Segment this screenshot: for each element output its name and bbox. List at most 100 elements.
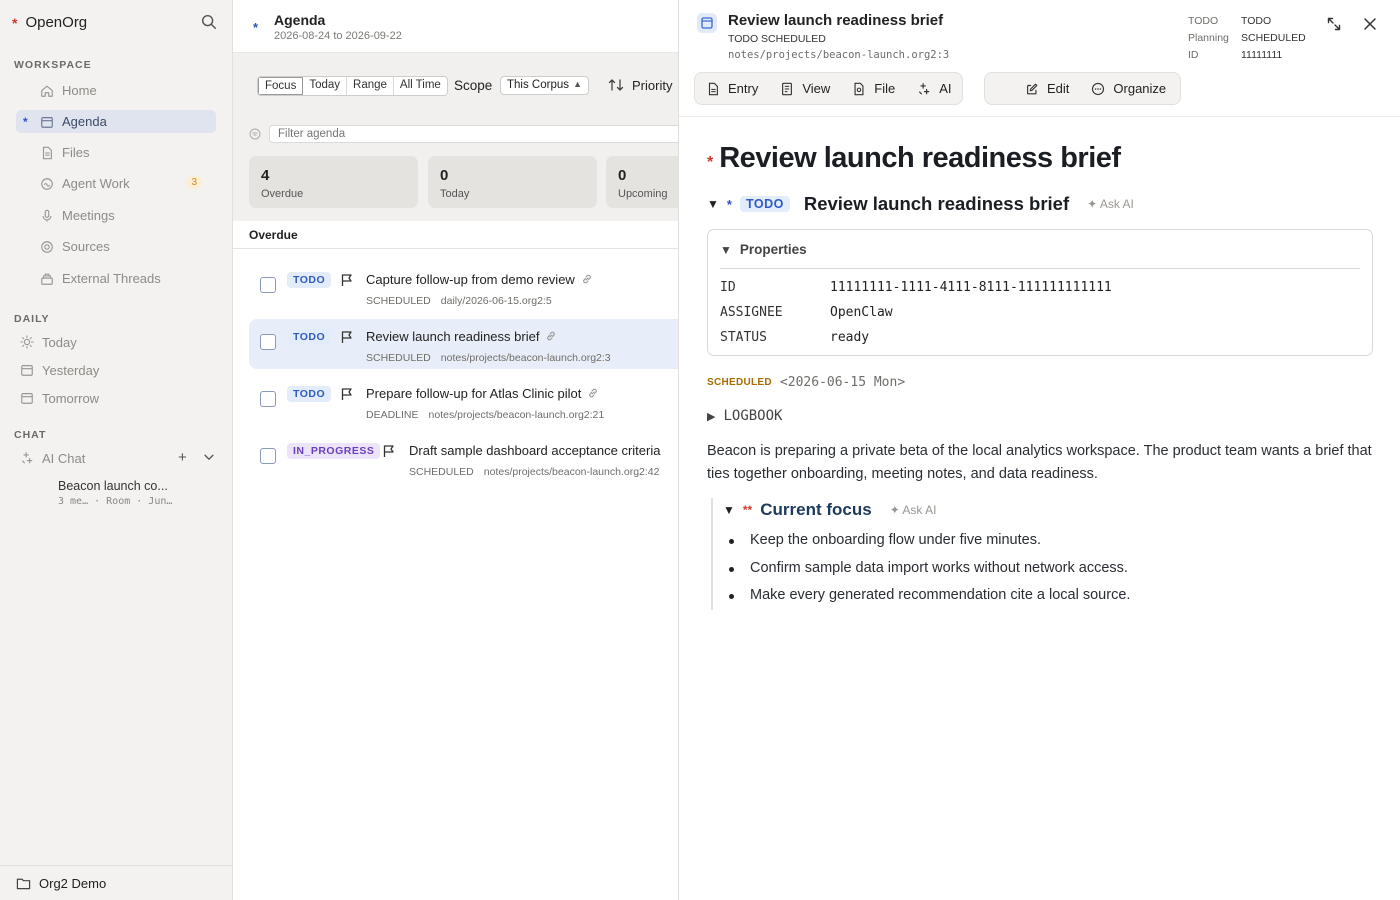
app-brand[interactable]: * OpenOrg: [12, 14, 87, 31]
todo-checkbox[interactable]: [260, 391, 276, 407]
scheduled-timestamp[interactable]: <2026-06-15 Mon>: [780, 375, 905, 390]
sidebar-item-label: Agenda: [62, 114, 107, 129]
todo-checkbox[interactable]: [260, 334, 276, 350]
sidebar-item-files[interactable]: Files: [16, 141, 216, 164]
new-chat-button[interactable]: +: [178, 449, 187, 466]
organize-button[interactable]: Organize: [1080, 81, 1177, 96]
stat-label: Today: [440, 188, 470, 200]
chat-thread-title: Beacon launch co...: [58, 479, 168, 493]
sparkle-icon: [919, 82, 930, 94]
app-name: OpenOrg: [25, 14, 88, 31]
in-progress-keyword-badge: IN_PROGRESS: [287, 443, 381, 459]
filter-input[interactable]: [269, 125, 678, 143]
folder-icon: [16, 878, 31, 889]
expand-icon[interactable]: [1326, 16, 1342, 32]
daily-item-tomorrow[interactable]: Tomorrow: [20, 387, 99, 409]
daily-item-today[interactable]: Today: [20, 331, 77, 353]
meta-value: 11111111: [1241, 49, 1283, 61]
mode-today[interactable]: Today: [303, 77, 348, 95]
more-icon: [1092, 82, 1105, 95]
mode-segmented-control: Focus Today Range All Time: [257, 76, 448, 96]
stat-overdue[interactable]: 4 Overdue: [249, 156, 418, 208]
todo-keyword-badge[interactable]: TODO: [739, 196, 790, 212]
ai-chat-row[interactable]: AI Chat +: [20, 447, 220, 469]
planning-kind: SCHEDULED: [366, 295, 431, 307]
agenda-row-meta: SCHEDULED daily/2026-06-15.org2:5: [366, 295, 552, 307]
sidebar-item-label: Home: [62, 83, 97, 98]
logbook-drawer[interactable]: ▶ LOGBOOK: [707, 408, 782, 424]
sidebar-item-home[interactable]: Home: [16, 79, 216, 102]
tab-entry[interactable]: Entry: [695, 81, 769, 96]
flag-icon[interactable]: [340, 330, 354, 344]
home-icon: [41, 85, 53, 97]
sidebar-item-label: Agent Work: [62, 176, 130, 191]
link-icon[interactable]: [545, 330, 557, 342]
mode-range[interactable]: Range: [347, 77, 394, 95]
chat-thread-item[interactable]: Beacon launch co... 3 me… · Room · Jun…: [58, 479, 218, 507]
agenda-row-title-text: Capture follow-up from demo review: [366, 272, 575, 287]
todo-checkbox[interactable]: [260, 277, 276, 293]
sidebar-item-external-threads[interactable]: External Threads: [16, 267, 216, 290]
sort-priority-button[interactable]: Priority: [608, 77, 672, 93]
properties-label: Properties: [739, 242, 807, 257]
stat-number: 0: [440, 167, 449, 184]
stat-upcoming[interactable]: 0 Upcoming: [606, 156, 678, 208]
mode-focus[interactable]: Focus: [258, 77, 304, 95]
sidebar-item-label: Sources: [62, 239, 110, 254]
stat-today[interactable]: 0 Today: [428, 156, 597, 208]
meta-key: Planning: [1188, 32, 1229, 44]
daily-item-yesterday[interactable]: Yesterday: [20, 359, 99, 381]
close-icon[interactable]: [1362, 16, 1378, 32]
agenda-row[interactable]: TODO Prepare follow-up for Atlas Clinic …: [249, 376, 678, 426]
agenda-row-meta: SCHEDULED notes/projects/beacon-launch.or…: [409, 466, 659, 478]
document-title-row: * Review launch readiness brief: [707, 142, 1121, 175]
tab-file[interactable]: File: [841, 81, 906, 96]
search-icon[interactable]: [200, 13, 218, 31]
tab-view[interactable]: View: [769, 81, 841, 96]
brand-asterisk-icon: *: [12, 14, 18, 31]
sidebar-item-label: Files: [62, 145, 90, 160]
flag-icon[interactable]: [340, 273, 354, 287]
planning-kind: SCHEDULED: [366, 352, 431, 364]
link-icon[interactable]: [587, 387, 599, 399]
flag-icon[interactable]: [382, 444, 396, 458]
ask-ai-button[interactable]: ✦ Ask AI: [1087, 197, 1134, 211]
chat-thread-meta: 3 me… · Room · Jun…: [58, 496, 173, 507]
edit-button[interactable]: Edit: [1014, 81, 1080, 96]
sidebar: * OpenOrg WORKSPACE Home * Agenda Files …: [0, 0, 233, 900]
workspace-section-label: WORKSPACE: [14, 59, 92, 71]
chevron-down-icon[interactable]: [202, 450, 216, 464]
sidebar-item-meetings[interactable]: Meetings: [16, 204, 216, 227]
bullet-list: Keep the onboarding flow under five minu…: [729, 532, 1130, 615]
agenda-row[interactable]: TODO Capture follow-up from demo review …: [249, 262, 678, 312]
tab-ai[interactable]: AI: [906, 81, 962, 96]
todo-checkbox[interactable]: [260, 448, 276, 464]
subheading-asterisk-icon: **: [742, 503, 753, 517]
agenda-row[interactable]: IN_PROGRESS Draft sample dashboard accep…: [249, 433, 678, 483]
link-icon[interactable]: [581, 273, 593, 285]
file-search-icon: [854, 82, 864, 95]
sidebar-item-agenda[interactable]: * Agenda: [16, 110, 216, 133]
ask-ai-button[interactable]: ✦ Ask AI: [890, 503, 937, 517]
expand-triangle-icon: ▶: [707, 410, 716, 423]
flag-icon[interactable]: [340, 387, 354, 401]
todo-keyword-badge: TODO: [287, 386, 332, 402]
action-tab-group: Edit Organize: [984, 72, 1181, 105]
select-arrows-icon: ▲: [573, 79, 582, 89]
properties-header[interactable]: ▼ Properties: [720, 242, 807, 257]
sidebar-item-sources[interactable]: Sources: [16, 235, 216, 258]
sun-icon: [20, 335, 34, 349]
scope-select[interactable]: This Corpus ▲: [500, 76, 589, 95]
source-path: notes/projects/beacon-launch.org2:21: [428, 409, 605, 421]
source-path: notes/projects/beacon-launch.org2:42: [483, 466, 660, 478]
meta-key: TODO: [1188, 15, 1219, 27]
collapse-triangle-icon[interactable]: ▼: [723, 503, 735, 517]
workspace-switcher[interactable]: Org2 Demo: [0, 865, 233, 900]
overdue-section-title: Overdue: [249, 228, 298, 242]
collapse-triangle-icon[interactable]: ▼: [707, 197, 719, 211]
detail-header-title: Review launch readiness brief: [728, 12, 944, 29]
agenda-row-selected[interactable]: TODO Review launch readiness brief SCHED…: [249, 319, 678, 369]
mode-all-time[interactable]: All Time: [394, 77, 447, 95]
document-icon: [697, 13, 717, 33]
sidebar-item-agent-work[interactable]: Agent Work 3: [16, 172, 216, 195]
